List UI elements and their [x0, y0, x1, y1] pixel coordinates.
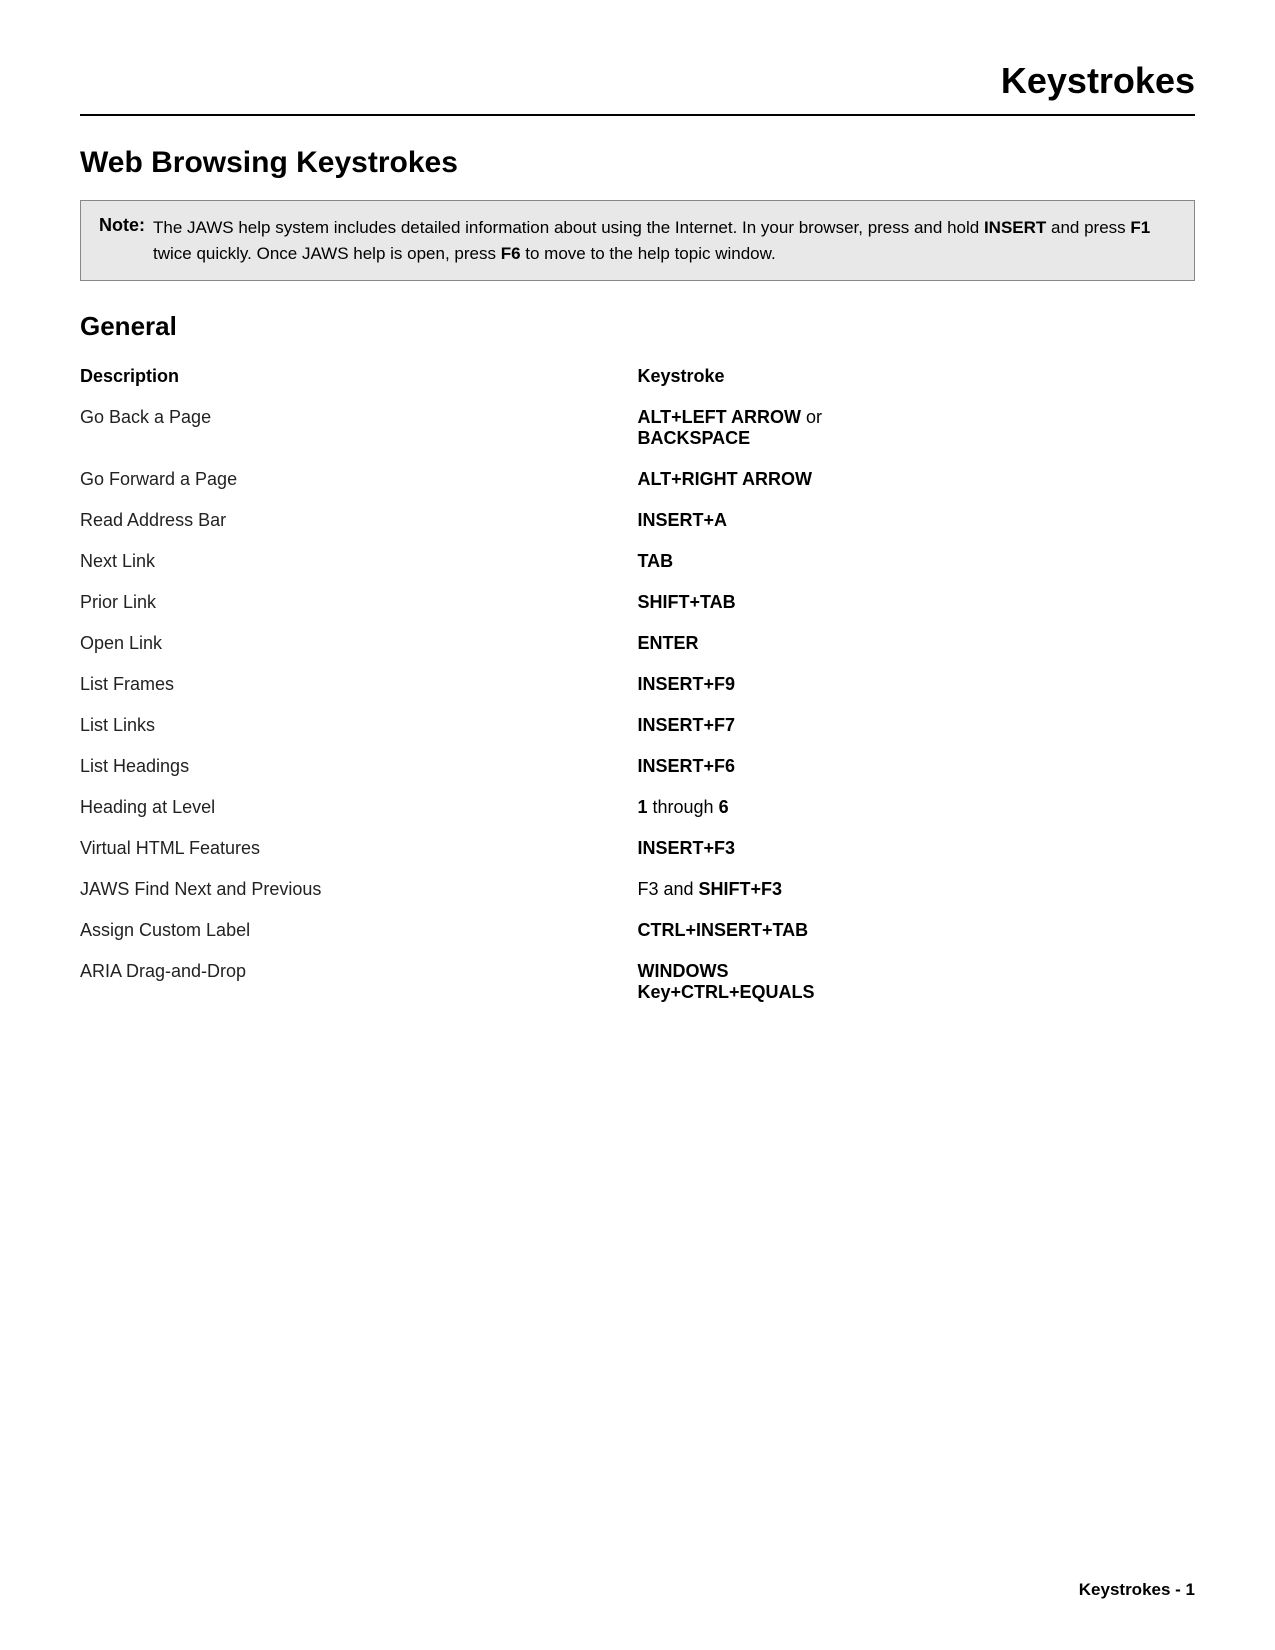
description-cell: Virtual HTML Features — [80, 828, 638, 869]
footer-text: Keystrokes - 1 — [1079, 1580, 1195, 1599]
keystroke-cell: CTRL+INSERT+TAB — [638, 910, 1196, 951]
description-cell: ARIA Drag-and-Drop — [80, 951, 638, 1013]
keystroke-cell: INSERT+F9 — [638, 664, 1196, 705]
page-header: Keystrokes — [80, 60, 1195, 116]
table-row: Open Link ENTER — [80, 623, 1195, 664]
keystroke-cell: INSERT+F7 — [638, 705, 1196, 746]
table-row: Read Address Bar INSERT+A — [80, 500, 1195, 541]
description-cell: Read Address Bar — [80, 500, 638, 541]
table-row: Go Forward a Page ALT+RIGHT ARROW — [80, 459, 1195, 500]
description-cell: List Links — [80, 705, 638, 746]
keystroke-cell: SHIFT+TAB — [638, 582, 1196, 623]
table-row: List Frames INSERT+F9 — [80, 664, 1195, 705]
keystroke-cell: INSERT+A — [638, 500, 1196, 541]
keystroke-cell: ALT+RIGHT ARROW — [638, 459, 1196, 500]
table-row: List Links INSERT+F7 — [80, 705, 1195, 746]
col-keystroke-header: Keystroke — [638, 360, 1196, 397]
note-label: Note: — [99, 215, 145, 266]
keystroke-cell: INSERT+F6 — [638, 746, 1196, 787]
description-cell: Go Back a Page — [80, 397, 638, 459]
description-cell: Next Link — [80, 541, 638, 582]
page-footer: Keystrokes - 1 — [1079, 1580, 1195, 1600]
table-row: List Headings INSERT+F6 — [80, 746, 1195, 787]
table-row: Prior Link SHIFT+TAB — [80, 582, 1195, 623]
table-row: Go Back a Page ALT+LEFT ARROW orBACKSPAC… — [80, 397, 1195, 459]
keystroke-cell: WINDOWSKey+CTRL+EQUALS — [638, 951, 1196, 1013]
keystroke-cell: F3 and SHIFT+F3 — [638, 869, 1196, 910]
description-cell: Open Link — [80, 623, 638, 664]
keystrokes-table: Description Keystroke Go Back a Page ALT… — [80, 360, 1195, 1013]
table-row: Assign Custom Label CTRL+INSERT+TAB — [80, 910, 1195, 951]
note-box: Note: The JAWS help system includes deta… — [80, 200, 1195, 281]
description-cell: JAWS Find Next and Previous — [80, 869, 638, 910]
description-cell: List Frames — [80, 664, 638, 705]
col-description-header: Description — [80, 360, 638, 397]
keystroke-cell: ENTER — [638, 623, 1196, 664]
page-container: Keystrokes Web Browsing Keystrokes Note:… — [0, 0, 1275, 1093]
keystroke-cell: TAB — [638, 541, 1196, 582]
general-heading: General — [80, 311, 1195, 342]
description-cell: Heading at Level — [80, 787, 638, 828]
description-cell: Go Forward a Page — [80, 459, 638, 500]
table-row: Heading at Level 1 through 6 — [80, 787, 1195, 828]
keystroke-cell: 1 through 6 — [638, 787, 1196, 828]
description-cell: Assign Custom Label — [80, 910, 638, 951]
table-row: Virtual HTML Features INSERT+F3 — [80, 828, 1195, 869]
table-row: JAWS Find Next and Previous F3 and SHIFT… — [80, 869, 1195, 910]
table-row: Next Link TAB — [80, 541, 1195, 582]
section-title: Web Browsing Keystrokes — [80, 146, 1195, 180]
description-cell: List Headings — [80, 746, 638, 787]
description-cell: Prior Link — [80, 582, 638, 623]
note-text: The JAWS help system includes detailed i… — [153, 215, 1176, 266]
table-row: ARIA Drag-and-Drop WINDOWSKey+CTRL+EQUAL… — [80, 951, 1195, 1013]
page-title: Keystrokes — [1001, 60, 1195, 102]
keystroke-cell: ALT+LEFT ARROW orBACKSPACE — [638, 397, 1196, 459]
keystroke-cell: INSERT+F3 — [638, 828, 1196, 869]
